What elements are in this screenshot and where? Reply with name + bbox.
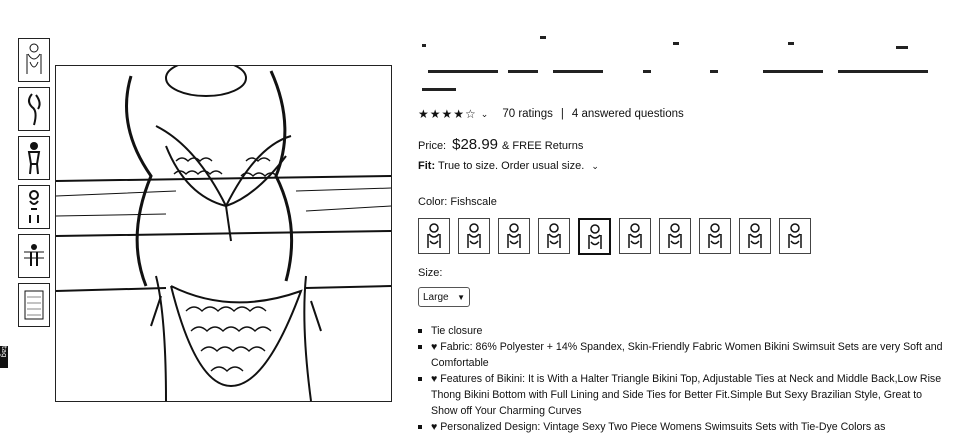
feature-bullet: Tie closure [418,323,948,339]
color-swatch-3[interactable] [498,218,530,254]
thumbnail-6[interactable] [18,283,50,327]
color-swatch-4[interactable] [538,218,570,254]
main-product-image[interactable] [55,65,392,402]
thumbnail-5[interactable] [18,234,50,278]
color-swatches [418,218,948,255]
chevron-down-icon: ▼ [457,292,465,302]
product-title [418,30,948,98]
star-rating[interactable]: ★★★★☆ [418,107,477,121]
figure-icon [24,244,44,266]
color-swatch-6[interactable] [619,218,651,254]
thumbnail-1[interactable] [18,38,50,82]
figure-icon [27,142,41,175]
fit-value: True to size. Order usual size. [437,160,585,172]
swatch-figure-icon [748,223,762,248]
swatch-figure-icon [587,223,602,249]
feature-bullets: Tie closure ♥ Fabric: 86% Polyester + 14%… [418,323,948,435]
separator: | [560,108,564,120]
fit-label: Fit: [418,160,436,172]
thumbnail-list [18,38,50,332]
swatch-figure-icon [427,223,441,248]
rating-row: ★★★★☆ ⌄ 70 ratings | 4 answered question… [418,106,948,122]
side-tag[interactable]: tag [0,346,8,368]
size-label: Size: [418,267,443,279]
swatch-figure-icon [628,223,642,248]
swatch-figure-icon [788,223,802,248]
color-row: Color: Fishscale [418,196,948,210]
swatch-figure-icon [547,223,561,248]
color-swatch-8[interactable] [699,218,731,254]
color-value: Fishscale [450,196,497,208]
figure-icon [28,93,41,126]
figure-icon [29,190,39,223]
feature-bullet: ♥ Features of Bikini: It is With a Halte… [418,371,948,419]
thumbnail-2[interactable] [18,87,50,131]
swatch-figure-icon [668,223,682,248]
color-swatch-7[interactable] [659,218,691,254]
size-selected: Large [423,291,449,303]
color-label: Color: [418,196,448,208]
figure-icon [26,43,42,74]
swatch-figure-icon [708,223,722,248]
bikini-model-image [56,66,391,401]
color-swatch-1[interactable] [418,218,450,254]
color-swatch-2[interactable] [458,218,490,254]
chevron-down-icon[interactable]: ⌄ [481,109,489,120]
price-value: $28.99 [452,136,499,153]
thumbnail-3[interactable] [18,136,50,180]
product-details: ★★★★☆ ⌄ 70 ratings | 4 answered question… [418,30,948,435]
thumbnail-4[interactable] [18,185,50,229]
price-row: Price: $28.99 & FREE Returns [418,136,948,154]
free-returns-link[interactable]: & FREE Returns [502,140,583,152]
color-swatch-9[interactable] [739,218,771,254]
chevron-down-icon[interactable]: ⌄ [591,161,599,171]
color-swatch-10[interactable] [779,218,811,254]
answered-questions-link[interactable]: 4 answered questions [572,108,684,120]
size-chart-icon [24,290,44,320]
size-dropdown[interactable]: Large ▼ [418,287,470,307]
fit-row[interactable]: Fit: True to size. Order usual size. ⌄ [418,160,948,176]
swatch-figure-icon [507,223,521,248]
ratings-count-link[interactable]: 70 ratings [502,108,553,120]
feature-bullet: ♥ Personalized Design: Vintage Sexy Two … [418,419,948,435]
feature-bullet: ♥ Fabric: 86% Polyester + 14% Spandex, S… [418,339,948,371]
price-label: Price: [418,140,447,152]
swatch-figure-icon [467,223,481,248]
color-swatch-5[interactable] [578,218,611,255]
